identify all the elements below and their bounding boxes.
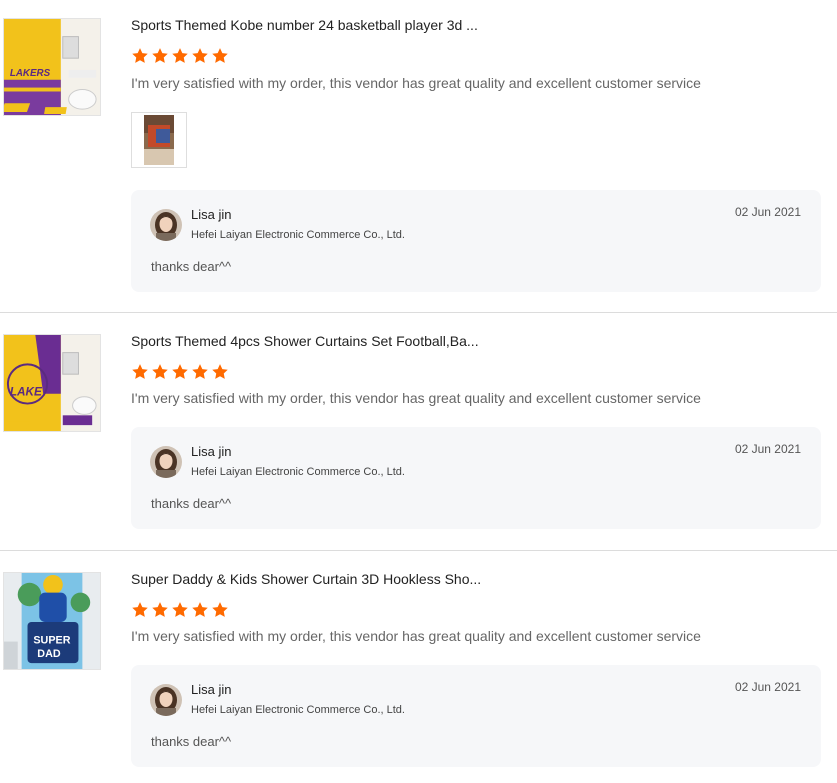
reply-company: Hefei Laiyan Electronic Commerce Co., Lt… xyxy=(191,704,405,716)
star-icon xyxy=(211,601,229,619)
review-item: SUPER DAD Super Daddy & Kids Shower Curt… xyxy=(0,551,837,783)
product-title[interactable]: Sports Themed Kobe number 24 basketball … xyxy=(131,17,478,33)
reply-author: Lisa jin xyxy=(191,444,232,459)
svg-text:SUPER: SUPER xyxy=(33,635,70,647)
star-rating xyxy=(131,363,229,381)
reply-date: 02 Jun 2021 xyxy=(734,205,801,219)
seller-reply: Lisa jin Hefei Laiyan Electronic Commerc… xyxy=(131,190,821,292)
reply-company: Hefei Laiyan Electronic Commerce Co., Lt… xyxy=(191,466,405,478)
reply-text: thanks dear^^ xyxy=(151,496,232,511)
avatar xyxy=(150,446,182,478)
star-icon xyxy=(191,601,209,619)
svg-text:LAKERS: LAKERS xyxy=(10,68,51,79)
avatar xyxy=(150,209,182,241)
reply-date: 02 Jun 2021 xyxy=(734,680,801,694)
review-comment: I'm very satisfied with my order, this v… xyxy=(131,628,701,644)
star-icon xyxy=(171,601,189,619)
review-item: LAKE Sports Themed 4pcs Shower Curtains … xyxy=(0,313,837,551)
star-icon xyxy=(211,363,229,381)
review-item: LAKERS Sports Themed Kobe number 24 bask… xyxy=(0,0,837,313)
review-photo[interactable] xyxy=(131,112,187,168)
reply-text: thanks dear^^ xyxy=(151,259,232,274)
seller-reply: Lisa jin Hefei Laiyan Electronic Commerc… xyxy=(131,427,821,529)
reply-company: Hefei Laiyan Electronic Commerce Co., Lt… xyxy=(191,229,405,241)
product-thumbnail[interactable]: LAKE xyxy=(3,334,101,432)
star-icon xyxy=(151,363,169,381)
svg-text:DAD: DAD xyxy=(37,648,61,660)
star-icon xyxy=(211,47,229,65)
star-icon xyxy=(191,363,209,381)
seller-reply: Lisa jin Hefei Laiyan Electronic Commerc… xyxy=(131,665,821,767)
product-thumbnail[interactable]: LAKERS xyxy=(3,18,101,116)
svg-text:LAKE: LAKE xyxy=(10,386,43,399)
review-comment: I'm very satisfied with my order, this v… xyxy=(131,390,701,406)
star-rating xyxy=(131,47,229,65)
avatar xyxy=(150,684,182,716)
star-icon xyxy=(131,363,149,381)
star-icon xyxy=(191,47,209,65)
star-icon xyxy=(131,601,149,619)
reply-author: Lisa jin xyxy=(191,207,232,222)
star-icon xyxy=(171,363,189,381)
product-title[interactable]: Super Daddy & Kids Shower Curtain 3D Hoo… xyxy=(131,571,481,587)
star-icon xyxy=(151,601,169,619)
star-icon xyxy=(131,47,149,65)
reply-text: thanks dear^^ xyxy=(151,734,232,749)
review-comment: I'm very satisfied with my order, this v… xyxy=(131,75,701,91)
star-rating xyxy=(131,601,229,619)
star-icon xyxy=(151,47,169,65)
product-title[interactable]: Sports Themed 4pcs Shower Curtains Set F… xyxy=(131,333,479,349)
reply-author: Lisa jin xyxy=(191,682,232,697)
product-thumbnail[interactable]: SUPER DAD xyxy=(3,572,101,670)
star-icon xyxy=(171,47,189,65)
reply-date: 02 Jun 2021 xyxy=(734,442,801,456)
